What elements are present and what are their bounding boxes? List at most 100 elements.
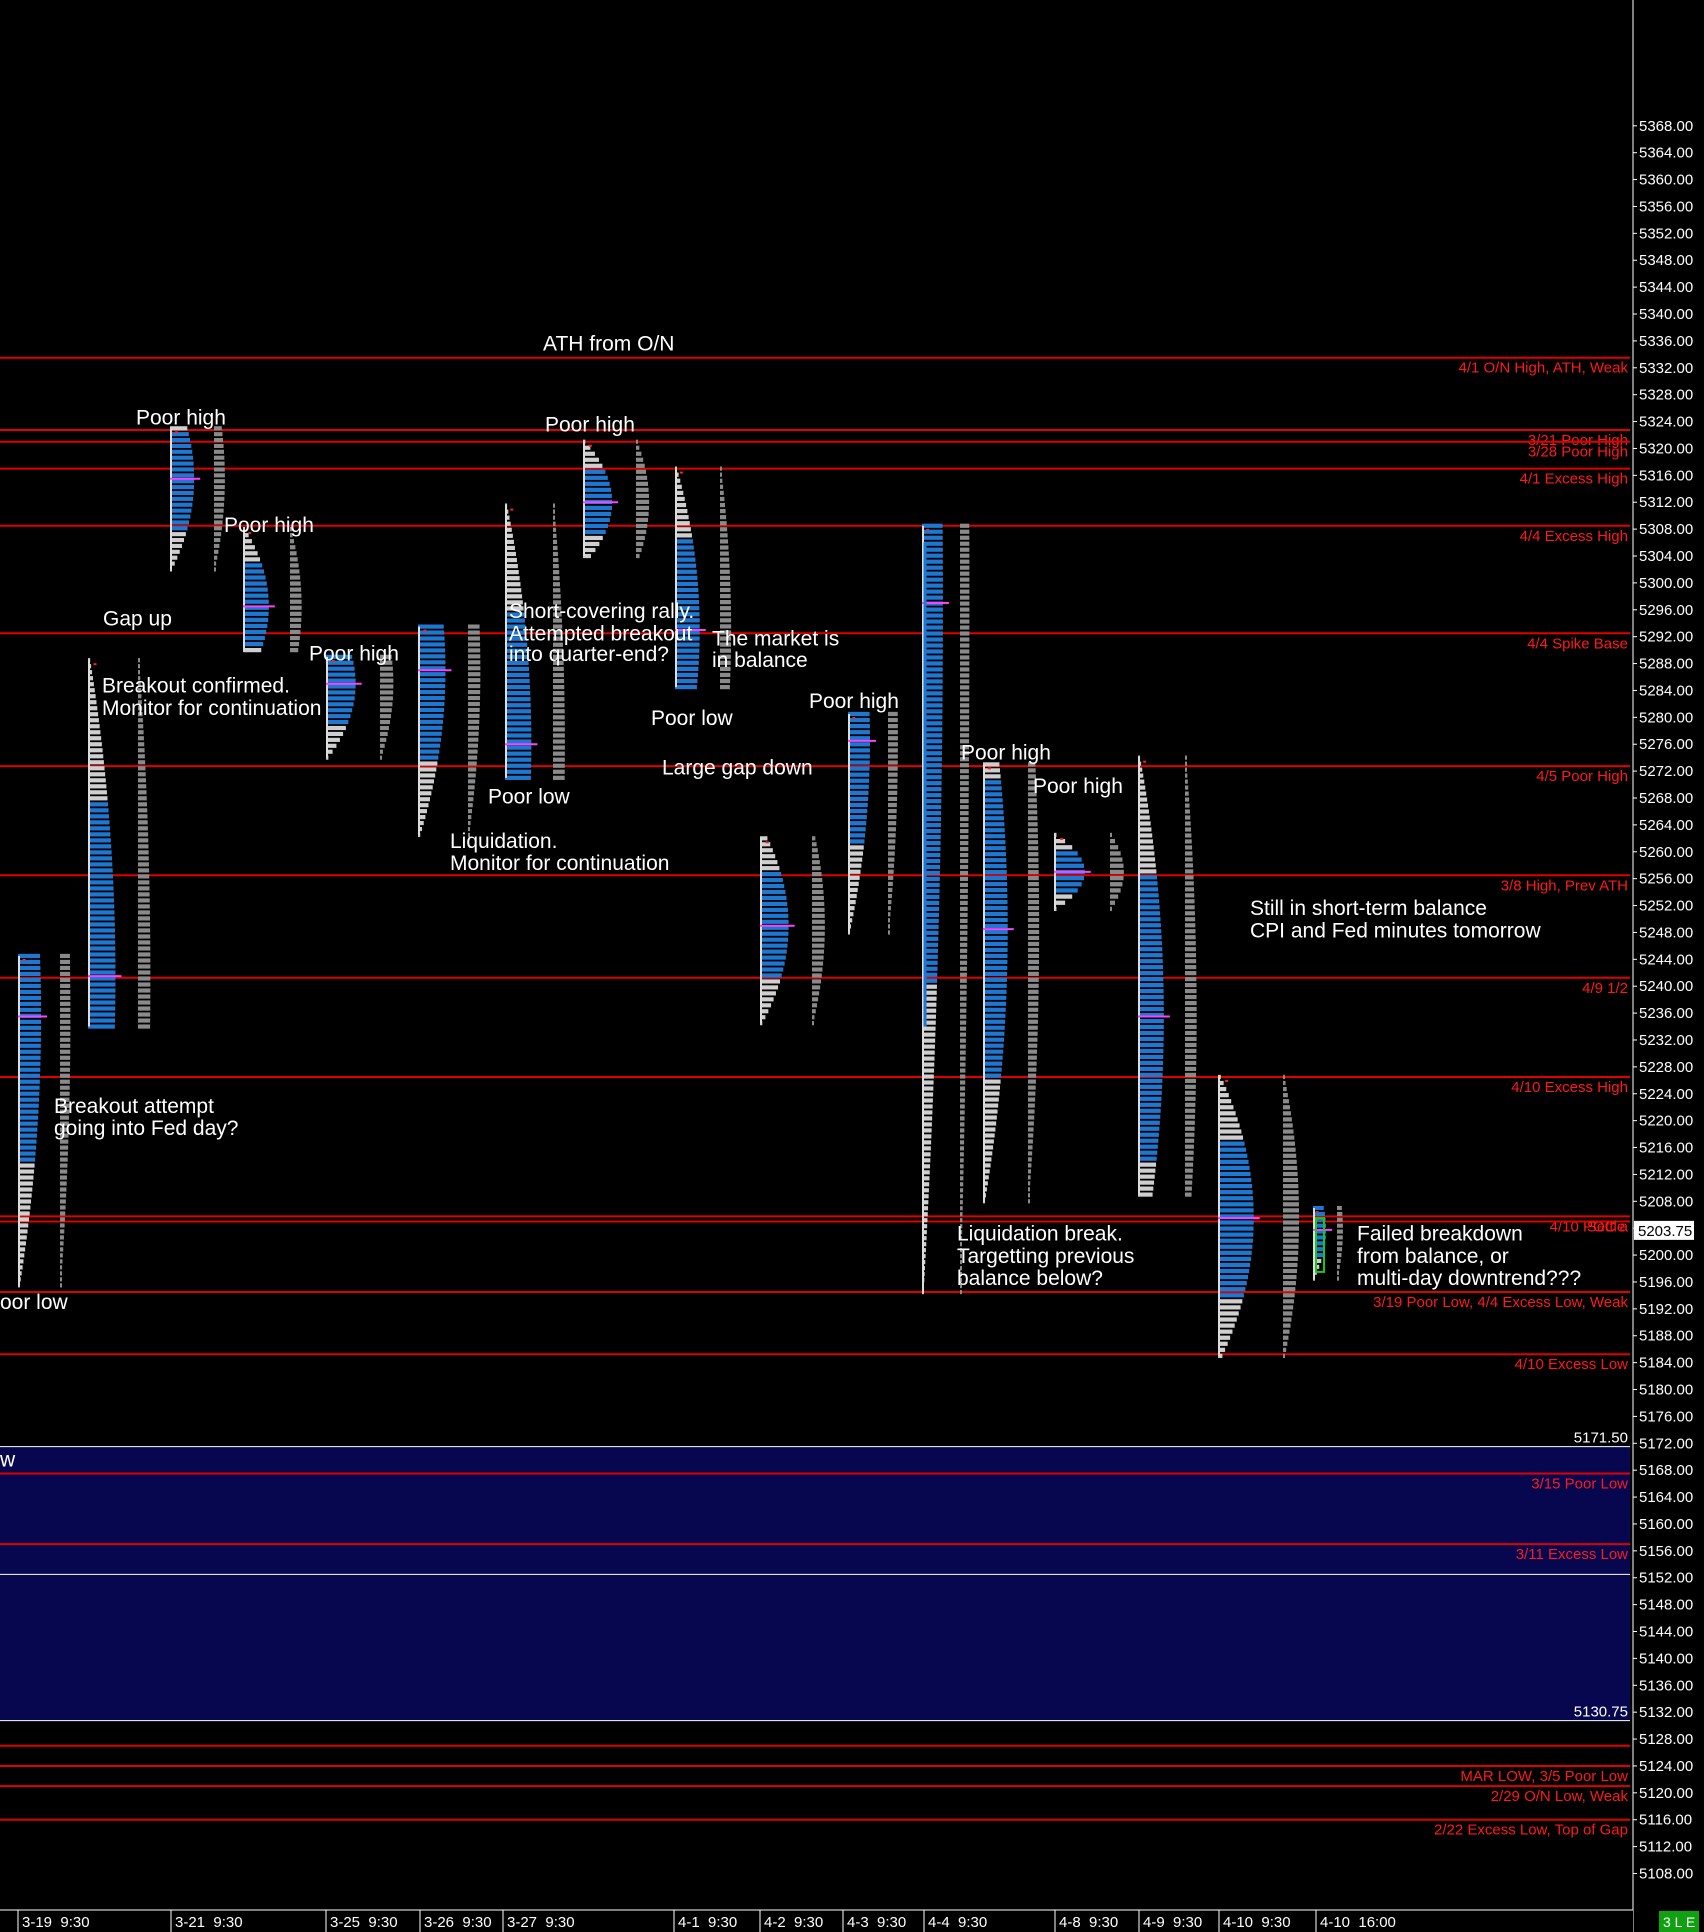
profile-row	[170, 490, 194, 496]
profile-row	[1218, 1111, 1236, 1116]
axis-tick-label: 5348.00	[1639, 252, 1693, 269]
volume-row	[380, 749, 383, 754]
profile-row	[326, 731, 344, 737]
profile-row	[18, 953, 41, 959]
profile-row	[983, 822, 1005, 827]
profile-row	[418, 773, 436, 778]
volume-row	[960, 984, 967, 989]
volume-row	[138, 928, 151, 933]
profile-row	[18, 1067, 41, 1072]
volume-row	[1028, 1133, 1034, 1138]
volume-row	[553, 739, 565, 744]
volume-row	[60, 1241, 64, 1246]
volume-row	[960, 1289, 962, 1295]
profile-row	[1218, 1135, 1244, 1140]
volume-row	[468, 642, 481, 647]
profile-row	[1138, 1072, 1163, 1077]
volume-row	[960, 1002, 967, 1007]
volume-row	[720, 551, 729, 556]
volume-row	[1028, 864, 1039, 869]
profile-row	[18, 1055, 41, 1060]
volume-row	[888, 754, 898, 759]
profile-row	[88, 988, 116, 993]
profile-row	[243, 641, 264, 647]
profile-row	[18, 1049, 41, 1054]
volume-row	[960, 655, 970, 660]
volume-row	[1028, 1061, 1037, 1066]
volume-row	[380, 731, 388, 737]
profile-row	[1138, 1006, 1164, 1012]
profile-row	[848, 845, 864, 850]
volume-row	[468, 654, 481, 659]
axis-tick-label: 5360.00	[1639, 172, 1693, 189]
profile-row	[505, 757, 532, 762]
profile-row	[505, 594, 523, 599]
volume-row	[1185, 1096, 1196, 1101]
volume-row	[888, 881, 893, 887]
volume-row	[60, 953, 70, 959]
volume-row	[1283, 1220, 1300, 1225]
volume-row	[60, 1277, 62, 1282]
volume-row	[553, 691, 565, 696]
profile-row	[1138, 863, 1156, 868]
profile-row	[983, 870, 1007, 875]
volume-row	[138, 1018, 151, 1023]
volume-row	[1185, 1108, 1196, 1113]
profile-row	[760, 961, 785, 966]
volume-row	[1110, 900, 1116, 905]
volume-row	[1110, 863, 1124, 868]
axis-tick-label: 5228.00	[1639, 1059, 1693, 1076]
volume-row	[636, 517, 649, 523]
volume-row	[138, 1024, 151, 1029]
profile-row	[18, 1073, 41, 1078]
profile-row	[88, 904, 115, 909]
profile-row	[243, 557, 261, 562]
gap-zone-fill	[0, 1446, 1630, 1721]
volume-row	[960, 1104, 965, 1109]
volume-row	[138, 814, 148, 819]
axis-tick-label: 5324.00	[1639, 414, 1693, 431]
profile-row	[583, 529, 606, 535]
volume-row	[60, 1199, 66, 1204]
volume-row	[960, 894, 968, 900]
profile-row	[1138, 1162, 1157, 1167]
profile-row	[88, 994, 116, 999]
profile-row	[983, 786, 1002, 791]
profile-row	[1138, 971, 1164, 976]
volume-row	[888, 839, 896, 844]
axis-tick-label: 5256.00	[1639, 871, 1693, 888]
profile-row	[583, 505, 612, 510]
profile-row	[505, 691, 531, 696]
profile-row	[983, 1049, 1004, 1054]
axis-tick-label: 5280.00	[1639, 709, 1693, 726]
volume-row	[1028, 899, 1040, 905]
volume-row	[888, 863, 895, 868]
volume-row	[1185, 1126, 1195, 1131]
axis-tick-label: 5232.00	[1639, 1032, 1693, 1049]
profile-row	[1054, 882, 1082, 887]
annotation: oor low	[0, 1291, 69, 1314]
profile-row	[1218, 1311, 1239, 1316]
volume-row	[553, 666, 564, 672]
volume-row	[636, 481, 649, 486]
volume-row	[1283, 1256, 1298, 1262]
volume-row	[1283, 1329, 1290, 1334]
volume-row	[1185, 815, 1191, 820]
profile-row	[418, 707, 445, 713]
volume-row	[1185, 1120, 1195, 1125]
profile-row	[243, 551, 258, 556]
profile-row	[88, 916, 115, 921]
volume-row	[1028, 852, 1039, 857]
profile-row	[583, 463, 603, 468]
profile-row	[88, 808, 109, 813]
profile-row	[505, 763, 532, 768]
volume-row	[1185, 911, 1195, 916]
profile-row	[983, 1103, 999, 1108]
axis-tick-label: 5304.00	[1639, 548, 1693, 565]
volume-row	[553, 539, 558, 545]
profile-row	[170, 479, 195, 484]
settle-label: Settle	[1587, 1218, 1625, 1235]
profile-row	[583, 457, 599, 462]
profile-row	[505, 769, 532, 774]
volume-row	[138, 730, 144, 735]
